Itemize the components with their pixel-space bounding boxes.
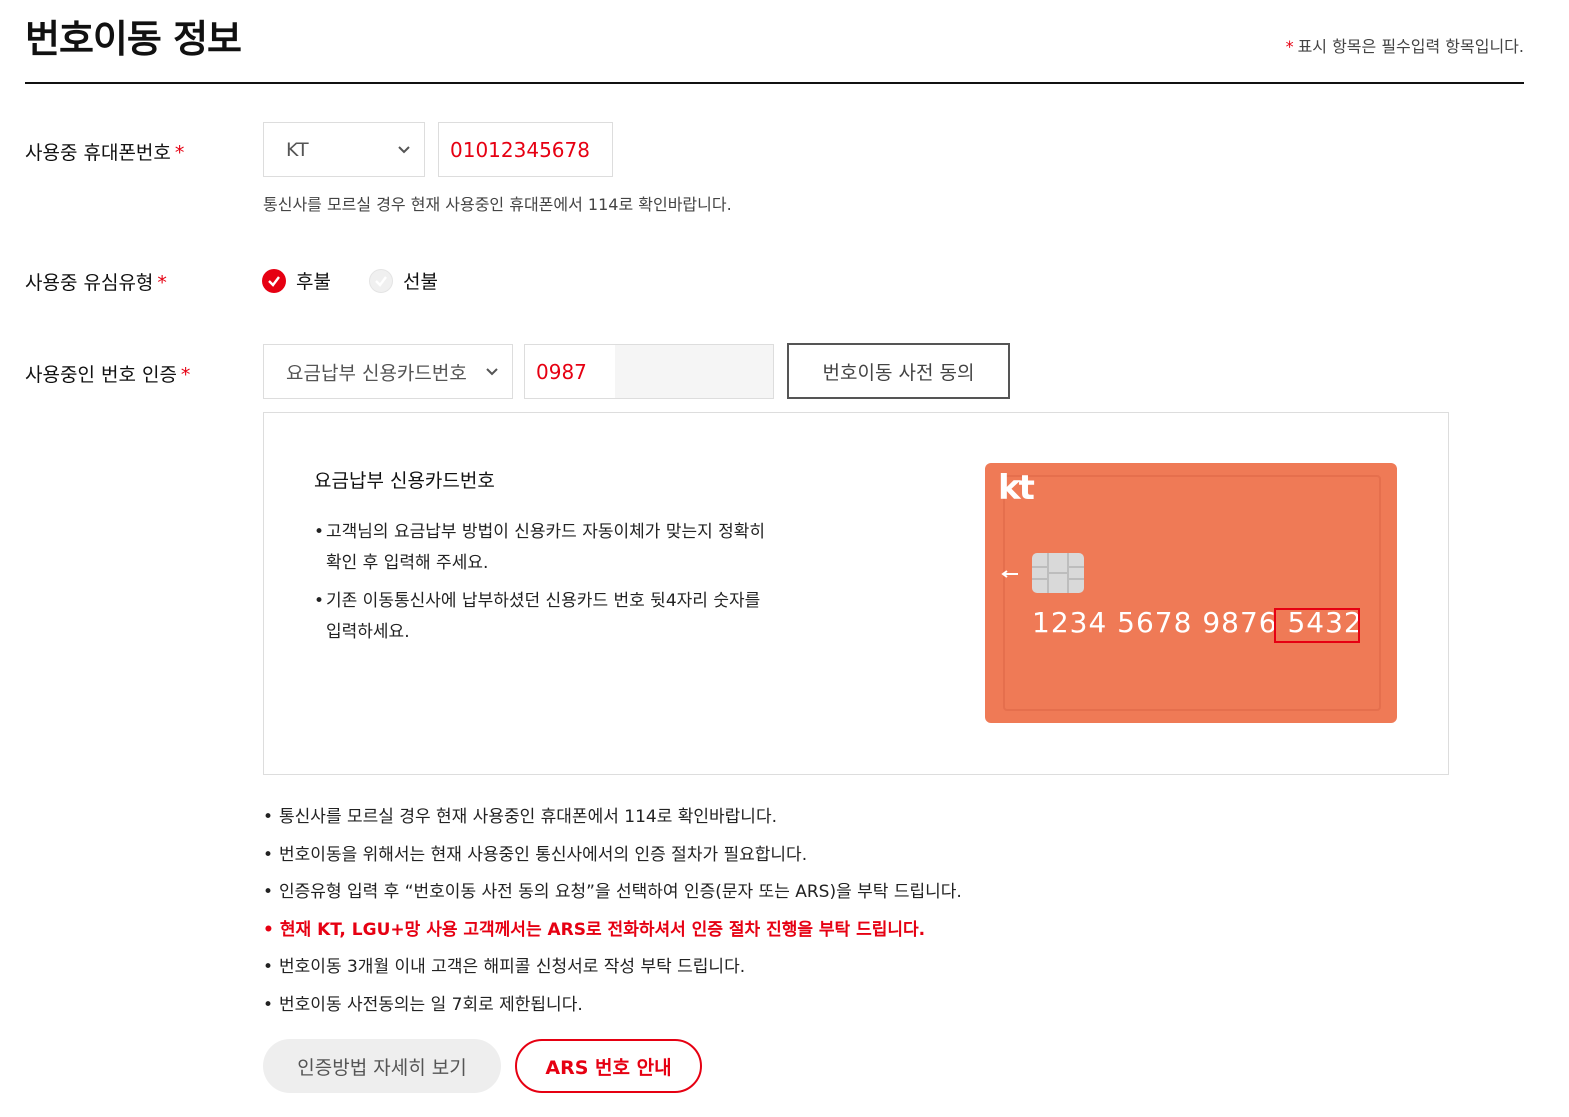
- chevron-down-icon: [398, 145, 410, 153]
- auth-required-star: *: [180, 364, 191, 386]
- carrier-select-value: KT: [286, 138, 309, 161]
- note-text: 통신사를 모르실 경우 현재 사용중인 휴대폰에서 114로 확인바랍니다.: [279, 807, 777, 827]
- radio-postpaid[interactable]: 후불: [262, 267, 331, 294]
- panel-bullet-line: 기존 이동통신사에 납부하셨던 신용카드 번호 뒷4자리 숫자를: [326, 591, 761, 611]
- bullet-glyph: •: [263, 995, 274, 1015]
- radio-prepaid[interactable]: 선불: [369, 267, 438, 294]
- bullet-glyph: •: [263, 882, 274, 902]
- auth-label: 사용중인 번호 인증 *: [25, 360, 190, 387]
- required-note-text: 표시 항목은 필수입력 항목입니다.: [1297, 37, 1524, 56]
- note-text: 번호이동 사전동의는 일 7회로 제한됩니다.: [279, 995, 583, 1015]
- radio-postpaid-label: 후불: [296, 271, 331, 293]
- auth-detail-button[interactable]: 인증방법 자세히 보기: [263, 1039, 501, 1093]
- card-last4-input[interactable]: 0987: [524, 344, 774, 399]
- chevron-down-icon: [486, 367, 498, 375]
- phone-required-star: *: [174, 142, 185, 164]
- note-item-emphasis: • 현재 KT, LGU+망 사용 고객께서는 ARS로 전화하셔서 인증 절차 …: [263, 915, 925, 940]
- note-text: 번호이동을 위해서는 현재 사용중인 통신사에서의 인증 절차가 필요합니다.: [279, 845, 808, 865]
- card-last4-highlight: [1274, 608, 1360, 643]
- phone-label: 사용중 휴대폰번호 *: [25, 138, 184, 165]
- check-circle-outline-icon: [369, 268, 393, 293]
- phone-label-text: 사용중 휴대폰번호: [25, 142, 171, 164]
- panel-bullet-line: 고객님의 요금납부 방법이 신용카드 자동이체가 맞는지 정확히: [326, 522, 766, 542]
- note-item: • 번호이동 3개월 이내 고객은 해피콜 신청서로 작성 부탁 드립니다.: [263, 952, 745, 977]
- arrow-left-icon: [1001, 570, 1018, 578]
- auth-method-value: 요금납부 신용카드번호: [286, 362, 467, 384]
- note-text: 번호이동 3개월 이내 고객은 해피콜 신청서로 작성 부탁 드립니다.: [279, 957, 746, 977]
- required-note: * 표시 항목은 필수입력 항목입니다.: [1286, 33, 1524, 57]
- phone-help-text: 통신사를 모르실 경우 현재 사용중인 휴대폰에서 114로 확인바랍니다.: [263, 195, 732, 214]
- auth-label-text: 사용중인 번호 인증: [25, 364, 177, 386]
- radio-prepaid-label: 선불: [403, 271, 438, 293]
- consent-request-button[interactable]: 번호이동 사전 동의: [787, 343, 1010, 399]
- bullet-glyph: •: [314, 522, 325, 542]
- chip-icon: [1032, 553, 1084, 593]
- check-circle-icon: [262, 268, 286, 293]
- page-title: 번호이동 정보: [25, 17, 242, 61]
- carrier-select[interactable]: KT: [263, 122, 425, 177]
- phone-number-value: 01012345678: [450, 137, 590, 162]
- sim-label-text: 사용중 유심유형: [25, 272, 154, 294]
- header-divider: [25, 82, 1524, 84]
- panel-bullet-line: 입력하세요.: [326, 622, 410, 642]
- panel-bullet: • 기존 이동통신사에 납부하셨던 신용카드 번호 뒷4자리 숫자를 입력하세요…: [314, 586, 784, 648]
- panel-bullet-line: 확인 후 입력해 주세요.: [326, 553, 489, 573]
- note-item: • 인증유형 입력 후 “번호이동 사전 동의 요청”을 선택하여 인증(문자 또…: [263, 877, 962, 902]
- kt-logo: kt: [998, 468, 1035, 508]
- auth-method-select[interactable]: 요금납부 신용카드번호: [263, 344, 513, 399]
- card-last4-value: 0987: [536, 359, 587, 384]
- panel-title: 요금납부 신용카드번호: [314, 470, 495, 492]
- panel-bullet: • 고객님의 요금납부 방법이 신용카드 자동이체가 맞는지 정확히 확인 후 …: [314, 517, 784, 579]
- bullet-glyph: •: [263, 807, 274, 827]
- sim-label: 사용중 유심유형 *: [25, 268, 167, 295]
- note-text: 인증유형 입력 후 “번호이동 사전 동의 요청”을 선택하여 인증(문자 또는…: [279, 882, 962, 902]
- note-text: 현재 KT, LGU+망 사용 고객께서는 ARS로 전화하셔서 인증 절차 진…: [279, 920, 926, 940]
- card-number-prefix: 1234 5678 9876: [1032, 606, 1278, 639]
- required-star: *: [1285, 37, 1294, 56]
- note-item: • 통신사를 모르실 경우 현재 사용중인 휴대폰에서 114로 확인바랍니다.: [263, 802, 777, 827]
- bullet-glyph: •: [314, 591, 325, 611]
- note-item: • 번호이동을 위해서는 현재 사용중인 통신사에서의 인증 절차가 필요합니다.: [263, 840, 807, 865]
- sim-required-star: *: [157, 272, 167, 294]
- note-item: • 번호이동 사전동의는 일 7회로 제한됩니다.: [263, 990, 583, 1015]
- bullet-glyph: •: [263, 845, 274, 865]
- phone-number-input[interactable]: 01012345678: [438, 122, 613, 177]
- bullet-glyph: •: [263, 920, 274, 940]
- bullet-glyph: •: [263, 957, 274, 977]
- ars-info-button[interactable]: ARS 번호 안내: [515, 1039, 702, 1093]
